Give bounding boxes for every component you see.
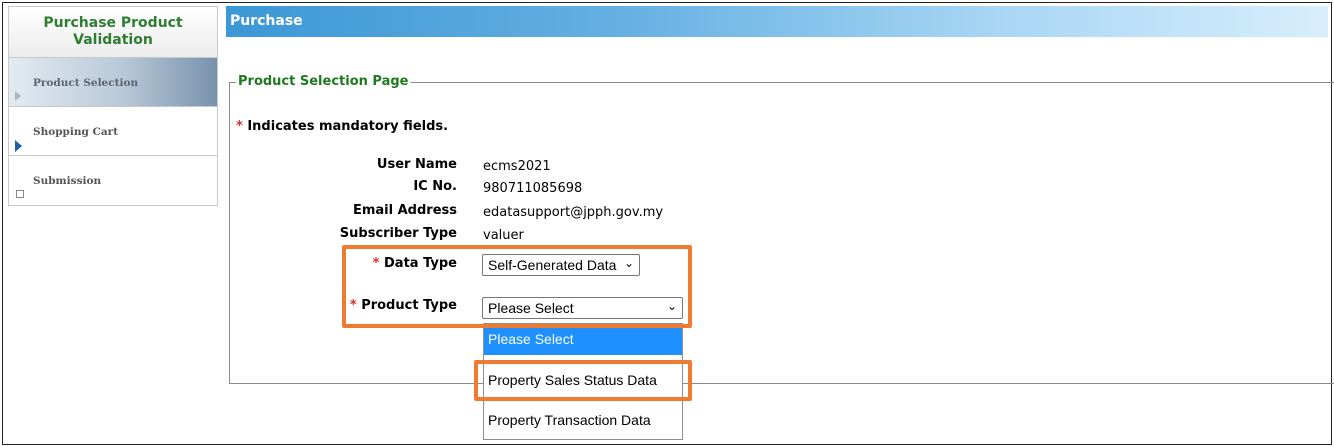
required-star: * bbox=[372, 256, 380, 271]
product-type-select[interactable]: Please Select ⌄ bbox=[482, 297, 683, 319]
sidebar-item-label: Submission bbox=[33, 175, 102, 187]
sidebar-item-label: Shopping Cart bbox=[33, 126, 119, 138]
dropdown-option[interactable]: Property Sales Status Data bbox=[484, 355, 682, 399]
sidebar-item-label: Product Selection bbox=[33, 77, 139, 89]
required-star: * bbox=[349, 298, 357, 313]
arrow-right-icon bbox=[15, 140, 22, 152]
sidebar-item-submission[interactable]: Submission bbox=[9, 156, 217, 205]
subscriber-type-value: valuer bbox=[483, 228, 524, 243]
dropdown-option[interactable]: Property Transaction Data bbox=[484, 399, 682, 439]
data-type-selected-value: Self-Generated Data bbox=[488, 257, 617, 273]
chevron-down-icon: ⌄ bbox=[666, 299, 677, 313]
subscriber-type-label: Subscriber Type bbox=[339, 226, 457, 241]
ic-no-value: 980711085698 bbox=[483, 181, 583, 196]
product-type-label-text: Product Type bbox=[361, 298, 457, 313]
data-type-select[interactable]: Self-Generated Data ⌄ bbox=[482, 254, 640, 276]
mandatory-note-text: Indicates mandatory fields. bbox=[247, 119, 449, 134]
mandatory-note: * Indicates mandatory fields. bbox=[236, 119, 448, 134]
sidebar-title: Purchase Product Validation bbox=[9, 7, 217, 58]
chevron-down-icon: ⌄ bbox=[623, 256, 634, 270]
email-value: edatasupport@jpph.gov.my bbox=[483, 205, 664, 220]
arrow-right-icon bbox=[15, 91, 21, 101]
data-type-label-text: Data Type bbox=[384, 256, 457, 271]
dropdown-option[interactable]: Please Select bbox=[484, 324, 682, 355]
product-type-dropdown-list: Please Select Property Sales Status Data… bbox=[483, 323, 683, 440]
product-type-label: * Product Type bbox=[350, 298, 457, 313]
required-star: * bbox=[236, 119, 243, 134]
user-name-label: User Name bbox=[376, 157, 457, 172]
product-type-selected-value: Please Select bbox=[488, 300, 574, 316]
fieldset-legend: Product Selection Page bbox=[236, 74, 411, 89]
sidebar-item-product-selection[interactable]: Product Selection bbox=[9, 58, 217, 107]
email-label: Email Address bbox=[352, 203, 457, 218]
sidebar-item-shopping-cart[interactable]: Shopping Cart bbox=[9, 107, 217, 156]
data-type-label: * Data Type bbox=[373, 256, 457, 271]
checkbox-square-icon bbox=[16, 190, 24, 198]
wizard-sidebar: Purchase Product Validation Product Sele… bbox=[8, 6, 218, 206]
ic-no-label: IC No. bbox=[413, 179, 457, 194]
page-header: Purchase bbox=[226, 6, 1328, 37]
user-name-value: ecms2021 bbox=[483, 159, 551, 174]
